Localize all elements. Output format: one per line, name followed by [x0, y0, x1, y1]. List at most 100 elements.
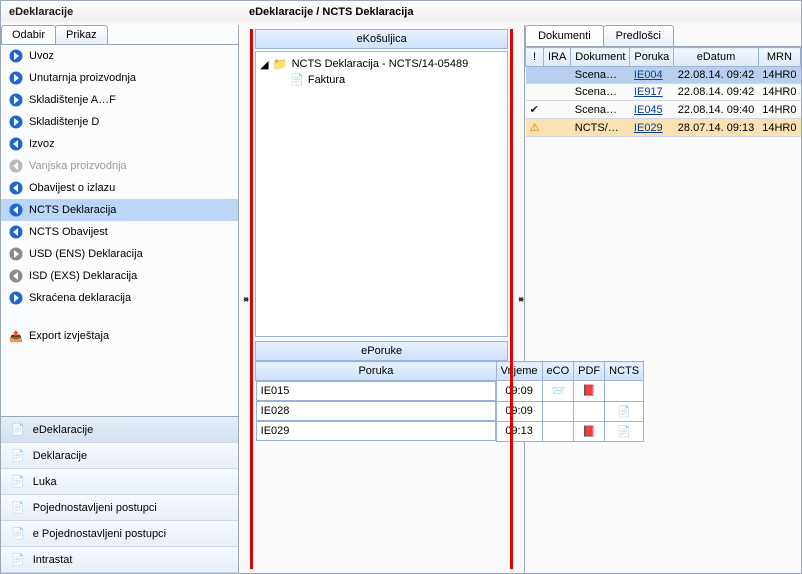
nav-item[interactable]: NCTS Deklaracija: [1, 199, 238, 221]
col-pdf[interactable]: PDF: [574, 362, 605, 381]
documents-grid[interactable]: ! IRA Dokument Poruka eDatum MRN Scena…I…: [525, 47, 801, 137]
arrow-icon: [9, 93, 23, 107]
bottom-nav-item[interactable]: eDeklaracije: [1, 417, 238, 443]
document-icon: [11, 501, 25, 514]
bottom-nav-item[interactable]: Pojednostavljeni postupci: [1, 495, 238, 521]
cell-dokument: Scena…: [571, 101, 630, 119]
nav-item[interactable]: Uvoz: [1, 45, 238, 67]
eporuke-row[interactable]: IE02909:13: [256, 421, 644, 441]
export-report[interactable]: 📤Export izvještaja: [1, 325, 238, 347]
col-ncts[interactable]: NCTS: [605, 362, 644, 381]
cell: IE015: [256, 381, 496, 401]
nav-item[interactable]: Skladištenje A…F: [1, 89, 238, 111]
col-vrijeme[interactable]: Vrijeme: [496, 362, 542, 381]
nav-item[interactable]: Skladištenje D: [1, 111, 238, 133]
envelope-tree[interactable]: ◢ NCTS Deklaracija - NCTS/14-05489 Faktu…: [255, 51, 508, 337]
warn-icon: [530, 122, 540, 134]
nav-item-label: USD (ENS) Deklaracija: [29, 248, 143, 260]
tab-dokumenti[interactable]: Dokumenti: [525, 25, 604, 46]
nav-item-label: NCTS Obavijest: [29, 226, 108, 238]
cell-poruka: IE045: [630, 101, 674, 119]
app-title-left: eDeklaracije: [1, 1, 241, 25]
bottom-nav-item[interactable]: Luka: [1, 469, 238, 495]
cell-poruka: IE004: [630, 67, 674, 84]
bottom-nav-label: Pojednostavljeni postupci: [33, 502, 157, 514]
bottom-nav-item[interactable]: Intrastat: [1, 547, 238, 573]
splitter-left[interactable]: [239, 25, 249, 573]
nav-item-label: Unutarnja proizvodnja: [29, 72, 136, 84]
arrow-icon: [9, 181, 23, 195]
cell: [605, 381, 644, 402]
arrow-icon: [9, 159, 23, 173]
grid-row[interactable]: Scena…IE00422.08.14. 09:4214HR0: [526, 67, 801, 84]
nav-item[interactable]: Skraćena deklaracija: [1, 287, 238, 309]
cell-dokument: Scena…: [571, 67, 630, 84]
tree-root-label: NCTS Deklaracija - NCTS/14-05489: [292, 58, 469, 70]
highlight-bar-left: [250, 29, 253, 569]
cell-poruka: IE917: [630, 84, 674, 101]
nav-item: Vanjska proizvodnja: [1, 155, 238, 177]
doc-icon[interactable]: [617, 406, 631, 418]
nav-item-label: NCTS Deklaracija: [29, 204, 116, 216]
nav-item[interactable]: Unutarnja proizvodnja: [1, 67, 238, 89]
envelope-icon[interactable]: [551, 385, 565, 397]
col-poruka[interactable]: Poruka: [256, 362, 497, 381]
check-icon: [530, 104, 539, 116]
cell: [574, 381, 605, 402]
tree-root[interactable]: ◢ NCTS Deklaracija - NCTS/14-05489: [260, 56, 503, 72]
highlight-bar-right: [510, 29, 513, 569]
pdf-icon[interactable]: [582, 385, 596, 397]
cell-mrn: 14HR0: [758, 84, 800, 101]
arrow-icon: [9, 137, 23, 151]
nav-item[interactable]: Obavijest o izlazu: [1, 177, 238, 199]
export-label: Export izvještaja: [29, 330, 109, 342]
tab-prikaz[interactable]: Prikaz: [55, 25, 108, 44]
breadcrumb: eDeklaracije / NCTS Deklaracija: [241, 1, 421, 25]
poruka-link[interactable]: IE004: [634, 69, 663, 81]
grid-row[interactable]: NCTS/…IE02928.07.14. 09:1314HR0: [526, 119, 801, 137]
document-icon: [11, 449, 25, 462]
arrow-icon: [9, 269, 23, 283]
col-mrn[interactable]: MRN: [758, 48, 800, 67]
poruka-link[interactable]: IE917: [634, 86, 663, 98]
nav-item-label: Skladištenje D: [29, 116, 99, 128]
tab-predlosci[interactable]: Predlošci: [603, 25, 674, 46]
nav-item[interactable]: ISD (EXS) Deklaracija: [1, 265, 238, 287]
col-flag[interactable]: !: [526, 48, 544, 67]
eporuke-row[interactable]: IE02809:09: [256, 401, 644, 421]
cell-mrn: 14HR0: [758, 101, 800, 119]
nav-list: Uvoz Unutarnja proizvodnja Skladištenje A……: [1, 44, 238, 416]
col-ira[interactable]: IRA: [543, 48, 570, 67]
cell-flag: [526, 101, 544, 119]
splitter-right[interactable]: [514, 25, 524, 573]
tree-expand-icon[interactable]: ◢: [260, 58, 268, 71]
col-poruka[interactable]: Poruka: [630, 48, 674, 67]
poruka-link[interactable]: IE045: [634, 104, 663, 116]
cell: [542, 381, 574, 402]
doc-icon[interactable]: [617, 426, 631, 438]
grid-row[interactable]: Scena… IE045 22.08.14. 09:4014HR0: [526, 101, 801, 119]
eporuke-row[interactable]: IE01509:09: [256, 381, 644, 402]
grid-row[interactable]: Scena…IE91722.08.14. 09:4214HR0: [526, 84, 801, 101]
tab-odabir[interactable]: Odabir: [1, 25, 56, 44]
pdf-icon[interactable]: [582, 426, 596, 438]
bottom-nav-item[interactable]: e Pojednostavljeni postupci: [1, 521, 238, 547]
nav-item-label: Izvoz: [29, 138, 55, 150]
bottom-nav-item[interactable]: Deklaracije: [1, 443, 238, 469]
tree-child[interactable]: Faktura: [260, 72, 503, 87]
document-icon: [11, 475, 25, 488]
nav-item-label: Skladištenje A…F: [29, 94, 116, 106]
arrow-icon: [9, 225, 23, 239]
cell-edatum: 22.08.14. 09:40: [674, 101, 758, 119]
cell: [542, 421, 574, 441]
col-eco[interactable]: eCO: [542, 362, 574, 381]
nav-item[interactable]: NCTS Obavijest: [1, 221, 238, 243]
col-dokument[interactable]: Dokument: [571, 48, 630, 67]
document-icon: [11, 423, 25, 436]
poruka-link[interactable]: IE029: [634, 122, 663, 134]
cell-ira: [543, 101, 570, 119]
cell: 09:09: [496, 381, 542, 402]
col-edatum[interactable]: eDatum: [674, 48, 758, 67]
nav-item[interactable]: Izvoz: [1, 133, 238, 155]
nav-item[interactable]: USD (ENS) Deklaracija: [1, 243, 238, 265]
